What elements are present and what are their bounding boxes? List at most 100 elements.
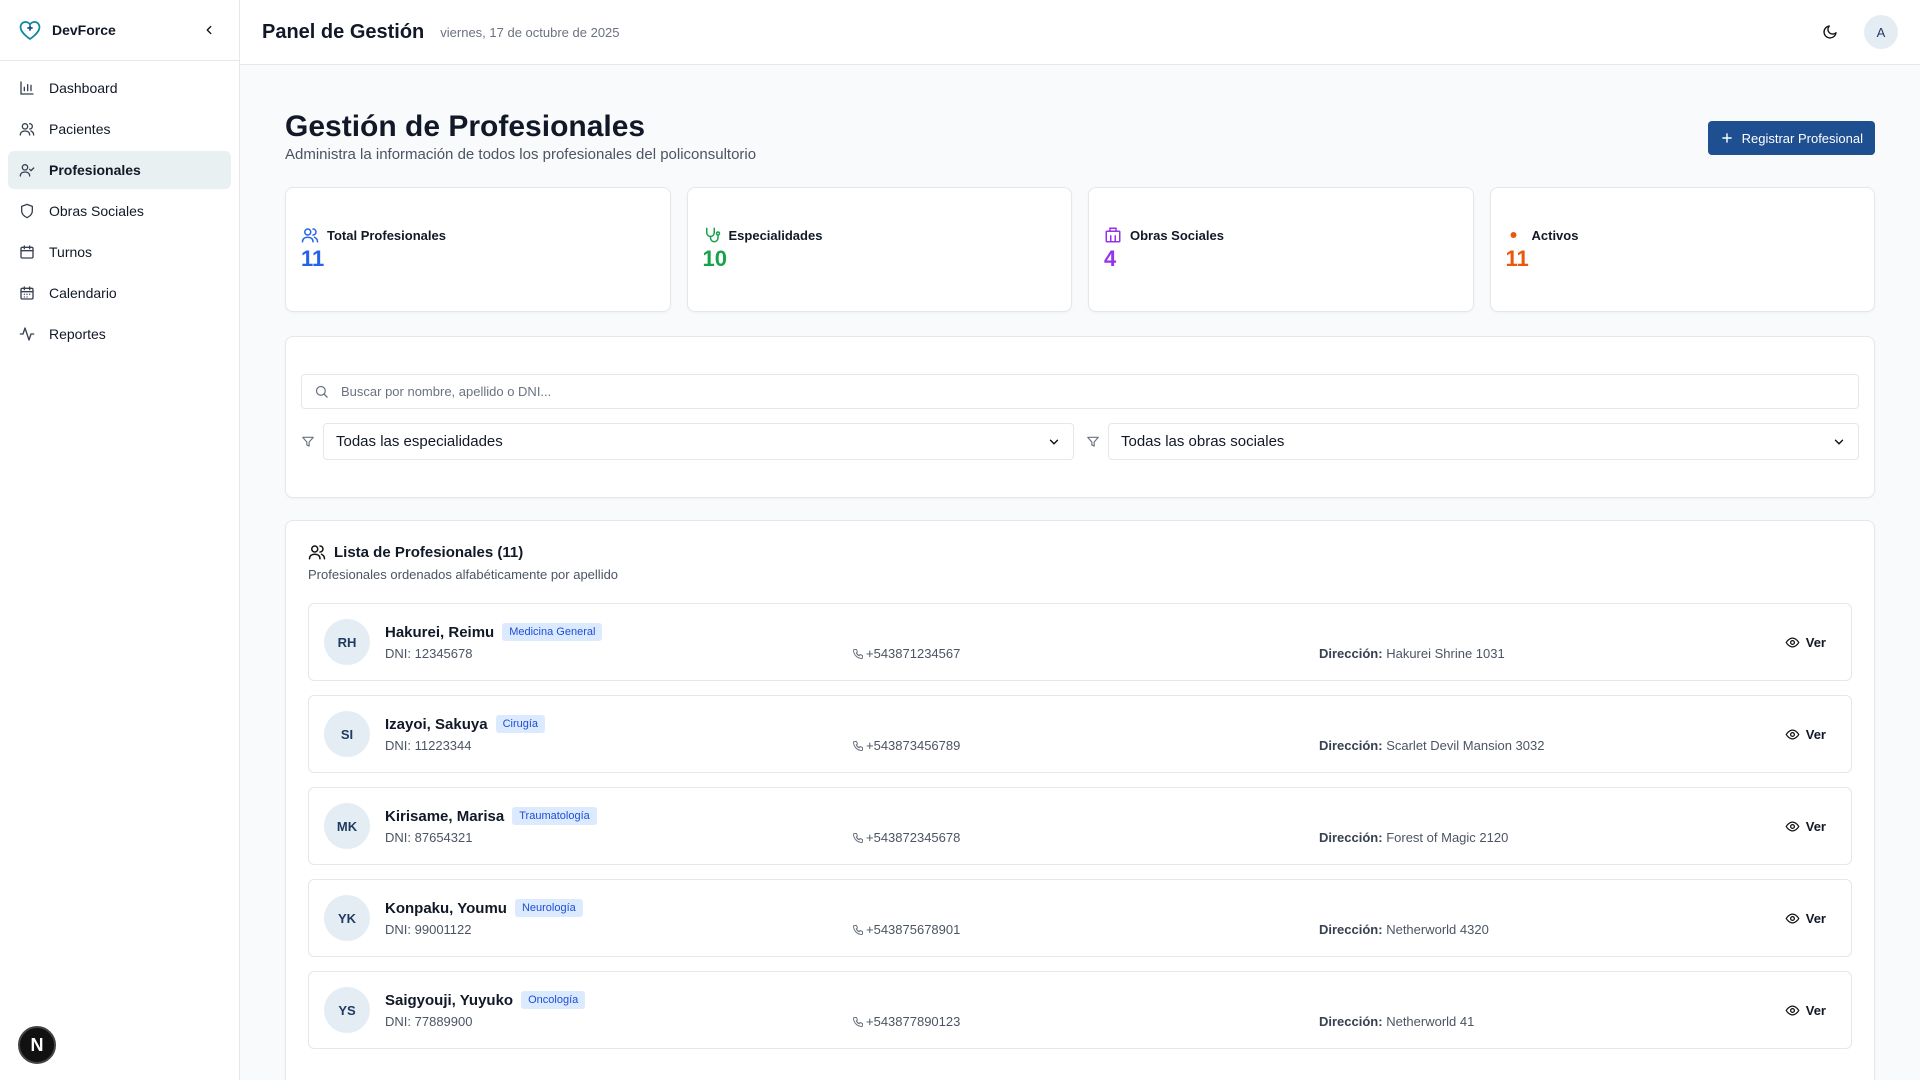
users-icon	[19, 123, 35, 136]
view-label: Ver	[1805, 1002, 1826, 1018]
phone-icon	[853, 740, 863, 751]
stats-cards: Total Profesionales 11 Especialidades 10…	[285, 187, 1875, 312]
phone-value: +543877890123	[866, 1014, 961, 1029]
status-dot-icon	[1510, 232, 1516, 238]
avatar: YK	[324, 895, 370, 941]
phone-value: +543873456789	[866, 738, 961, 753]
phone-field: +543871234567	[852, 646, 1319, 661]
professional-name: Konpaku, Youmu	[385, 899, 507, 917]
dni-field: DNI: 12345678	[385, 646, 852, 661]
view-label: Ver	[1805, 634, 1826, 650]
phone-icon	[853, 648, 863, 659]
view-button[interactable]: Ver	[1775, 819, 1836, 834]
moon-icon	[1823, 25, 1837, 39]
address-label: Dirección:	[1319, 646, 1383, 661]
eye-icon	[1785, 1004, 1800, 1016]
stat-label: Activos	[1531, 227, 1579, 243]
sidebar-item-calendario[interactable]: Calendario	[8, 274, 231, 312]
row-body: Hakurei, Reimu Medicina General DNI: 123…	[385, 623, 1775, 661]
row-body: Izayoi, Sakuya Cirugía DNI: 11223344 +54…	[385, 715, 1775, 753]
sidebar-item-label: Turnos	[49, 244, 93, 260]
search-input[interactable]	[341, 384, 1846, 399]
view-button[interactable]: Ver	[1775, 1003, 1836, 1018]
address-value: Forest of Magic 2120	[1386, 830, 1509, 845]
eye-icon	[1785, 636, 1800, 648]
professional-name: Izayoi, Sakuya	[385, 715, 488, 733]
page-title: Gestión de Profesionales	[285, 110, 646, 143]
row-body: Kirisame, Marisa Traumatología DNI: 8765…	[385, 807, 1775, 845]
topbar: Panel de Gestión viernes, 17 de octubre …	[240, 0, 1920, 65]
dni-field: DNI: 99001122	[385, 922, 852, 937]
dni-label: DNI:	[385, 922, 411, 937]
stat-card-obras-sociales: Obras Sociales 4	[1088, 187, 1474, 312]
list-item: MK Kirisame, Marisa Traumatología DNI: 8…	[308, 787, 1852, 865]
list-title: Lista de Profesionales (11)	[308, 543, 1852, 561]
eye-icon	[1785, 820, 1800, 832]
address-label: Dirección:	[1319, 830, 1383, 845]
view-button[interactable]: Ver	[1775, 727, 1836, 742]
shield-icon	[21, 203, 33, 219]
view-button[interactable]: Ver	[1775, 911, 1836, 926]
register-professional-button[interactable]: Registrar Profesional	[1707, 121, 1875, 155]
view-button[interactable]: Ver	[1775, 635, 1836, 650]
specialty-select[interactable]: Todas las especialidades	[323, 423, 1074, 460]
brand: DevForce	[0, 0, 239, 61]
insurance-select[interactable]: Todas las obras sociales	[1108, 423, 1859, 460]
professionals-rows: RH Hakurei, Reimu Medicina General DNI: …	[308, 603, 1852, 1049]
row-body: Saigyouji, Yuyuko Oncología DNI: 7788990…	[385, 991, 1775, 1029]
stat-label: Especialidades	[728, 227, 823, 243]
sidebar-item-label: Dashboard	[49, 80, 118, 96]
page-head: Gestión de Profesionales Administra la i…	[285, 108, 1875, 163]
dni-label: DNI:	[385, 646, 411, 661]
stat-card-total: Total Profesionales 11	[285, 187, 671, 312]
list-item: YK Konpaku, Youmu Neurología DNI: 990011…	[308, 879, 1852, 957]
list-item: RH Hakurei, Reimu Medicina General DNI: …	[308, 603, 1852, 681]
sidebar-item-obras-sociales[interactable]: Obras Sociales	[8, 192, 231, 230]
specialty-badge: Cirugía	[495, 715, 546, 733]
address-value: Hakurei Shrine 1031	[1386, 646, 1505, 661]
avatar: RH	[324, 619, 370, 665]
phone-icon	[853, 1016, 863, 1027]
next-dev-button[interactable]: N	[18, 1026, 56, 1064]
sidebar-nav: Dashboard Pacientes Profesionales Obras …	[0, 61, 239, 364]
filter-icon	[1087, 436, 1099, 447]
professional-name: Saigyouji, Yuyuko	[385, 991, 514, 1009]
view-label: Ver	[1805, 910, 1826, 926]
theme-toggle-button[interactable]	[1814, 16, 1846, 48]
phone-icon	[853, 832, 863, 843]
main-content: Gestión de Profesionales Administra la i…	[285, 108, 1875, 1080]
register-professional-label: Registrar Profesional	[1741, 130, 1863, 146]
dni-value: 77889900	[414, 1014, 473, 1029]
address-field: Dirección: Forest of Magic 2120	[1319, 830, 1508, 845]
address-field: Dirección: Netherworld 4320	[1319, 922, 1489, 937]
calendar-days-icon	[20, 286, 34, 300]
phone-field: +543877890123	[852, 1014, 1319, 1029]
sidebar-item-turnos[interactable]: Turnos	[8, 233, 231, 271]
professional-name: Kirisame, Marisa	[385, 807, 505, 825]
sidebar-item-label: Calendario	[49, 285, 117, 301]
user-avatar[interactable]: A	[1864, 15, 1898, 49]
user-check-icon	[19, 164, 35, 177]
phone-field: +543875678901	[852, 922, 1319, 937]
dni-value: 11223344	[414, 738, 472, 753]
dni-field: DNI: 11223344	[385, 738, 852, 753]
search-icon	[315, 385, 328, 398]
sidebar-item-reportes[interactable]: Reportes	[8, 315, 231, 353]
stat-card-especialidades: Especialidades 10	[686, 187, 1072, 312]
specialty-badge: Medicina General	[502, 623, 603, 641]
dni-label: DNI:	[385, 738, 411, 753]
chevron-down-icon	[1834, 439, 1844, 445]
view-label: Ver	[1805, 726, 1826, 742]
sidebar-item-dashboard[interactable]: Dashboard	[8, 69, 231, 107]
dni-value: 12345678	[414, 646, 473, 661]
sidebar-item-label: Obras Sociales	[49, 203, 144, 219]
filter-row: Todas las especialidades Todas las obras…	[301, 423, 1859, 460]
calendar-icon	[20, 245, 34, 259]
sidebar-item-pacientes[interactable]: Pacientes	[8, 110, 231, 148]
phone-value: +543871234567	[866, 646, 961, 661]
specialty-badge: Oncología	[521, 991, 586, 1009]
brand-name: DevForce	[52, 22, 116, 38]
collapse-sidebar-button[interactable]	[197, 18, 221, 42]
sidebar-item-profesionales[interactable]: Profesionales	[8, 151, 231, 189]
phone-value: +543875678901	[866, 922, 961, 937]
